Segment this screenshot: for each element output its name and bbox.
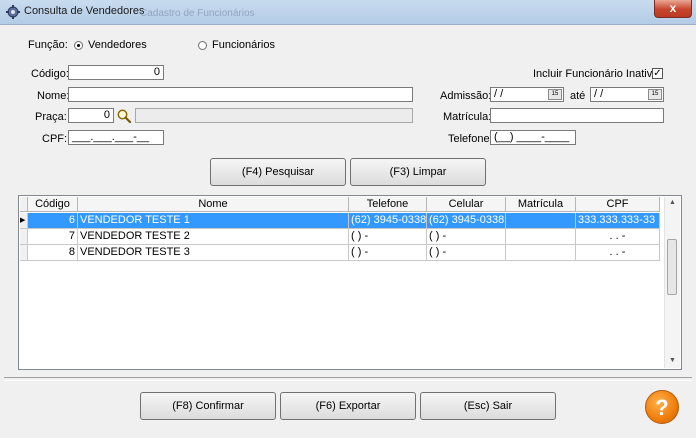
column-header-codigo[interactable]: Código [28,197,78,212]
admissao-from-calendar-button[interactable]: 15 [548,89,562,100]
radio-vendedores-label[interactable]: Vendedores [88,39,147,51]
cell-celular[interactable]: ( ) - [427,229,506,245]
admissao-to-calendar-button[interactable]: 15 [648,89,662,100]
consulta-vendedores-window: Consulta de Vendedores Cadastro de Funci… [0,0,696,438]
scroll-down-arrow-icon[interactable]: ▼ [669,357,676,364]
cell-codigo[interactable]: 6 [28,213,78,229]
praca-label: Praça: [35,111,67,123]
vendedores-grid[interactable]: Código Nome Telefone Celular Matrícula C… [18,195,682,370]
row-indicator [20,245,28,261]
column-header-matricula[interactable]: Matrícula [506,197,576,212]
nome-input[interactable] [68,87,413,102]
cpf-label: CPF: [42,133,68,145]
scrollbar-thumb[interactable] [667,239,677,295]
cell-telefone[interactable]: ( ) - [349,245,427,261]
footer-separator [4,377,692,381]
cell-cpf[interactable]: . . - [576,229,660,245]
window-title: Consulta de Vendedores [24,5,145,17]
table-row[interactable]: 7 VENDEDOR TESTE 2 ( ) - ( ) - . . - [19,229,665,245]
cell-codigo[interactable]: 8 [28,245,78,261]
ate-label: até [570,90,586,102]
radio-vendedores[interactable] [74,41,83,50]
nome-label: Nome: [37,90,70,102]
matricula-label: Matrícula: [443,111,492,123]
telefone-input[interactable]: (__) ____-____ [490,130,576,145]
cell-nome[interactable]: VENDEDOR TESTE 1 [78,213,349,229]
help-icon[interactable]: ? [645,390,679,424]
codigo-label: Código: [31,68,69,80]
cell-codigo[interactable]: 7 [28,229,78,245]
cell-cpf[interactable]: . . - [576,245,660,261]
table-row[interactable]: 8 VENDEDOR TESTE 3 ( ) - ( ) - . . - [19,245,665,261]
limpar-button[interactable]: (F3) Limpar [350,158,486,186]
admissao-to-value: / / [594,88,604,100]
grid-corner [20,197,28,212]
pesquisar-button[interactable]: (F4) Pesquisar [210,158,346,186]
admissao-from-value: / / [494,88,504,100]
codigo-input[interactable]: 0 [68,65,164,80]
column-header-cpf[interactable]: CPF [576,197,660,212]
cell-celular[interactable]: ( ) - [427,245,506,261]
sair-button[interactable]: (Esc) Sair [420,392,556,420]
cell-telefone[interactable]: (62) 3945-0338 [349,213,427,229]
cell-matricula[interactable] [506,213,576,229]
form-client-area: Função: Vendedores Funcionários Código: … [4,25,692,434]
exportar-button[interactable]: (F6) Exportar [280,392,416,420]
cell-matricula[interactable] [506,245,576,261]
close-button[interactable]: x [654,0,692,18]
admissao-from-input[interactable]: / / 15 [490,87,564,102]
confirmar-button[interactable]: (F8) Confirmar [140,392,276,420]
funcao-label: Função: [28,39,68,51]
row-indicator [20,229,28,245]
cpf-input[interactable]: ___.___.___-__ [68,130,164,145]
cell-cpf[interactable]: 333.333.333-33 [576,213,660,229]
search-icon[interactable] [116,108,132,124]
praca-input[interactable]: 0 [68,108,114,123]
row-indicator-icon: ▶ [20,213,28,229]
cell-nome[interactable]: VENDEDOR TESTE 3 [78,245,349,261]
column-header-telefone[interactable]: Telefone [349,197,427,212]
cell-celular[interactable]: (62) 3945-0338 [427,213,506,229]
title-bar[interactable]: Consulta de Vendedores Cadastro de Funci… [0,0,696,25]
admissao-label: Admissão: [440,90,492,102]
column-header-nome[interactable]: Nome [78,197,349,212]
column-header-celular[interactable]: Celular [427,197,506,212]
radio-funcionarios[interactable] [198,41,207,50]
grid-vertical-scrollbar[interactable]: ▲ ▼ [664,197,680,368]
incluir-inativo-label: Incluir Funcionário Inativo: [533,68,662,80]
table-row[interactable]: ▶ 6 VENDEDOR TESTE 1 (62) 3945-0338 (62)… [19,213,665,229]
cell-telefone[interactable]: ( ) - [349,229,427,245]
scroll-up-arrow-icon[interactable]: ▲ [669,199,676,206]
telefone-label: Telefone: [448,133,493,145]
radio-funcionarios-label[interactable]: Funcionários [212,39,275,51]
matricula-input[interactable] [490,108,664,123]
admissao-to-input[interactable]: / / 15 [590,87,664,102]
app-gear-icon [6,5,20,19]
incluir-inativo-checkbox[interactable]: ✓ [652,68,663,79]
cell-matricula[interactable] [506,229,576,245]
cell-nome[interactable]: VENDEDOR TESTE 2 [78,229,349,245]
background-window-title: Cadastro de Funcionários [140,8,255,19]
praca-description-field [135,108,413,123]
